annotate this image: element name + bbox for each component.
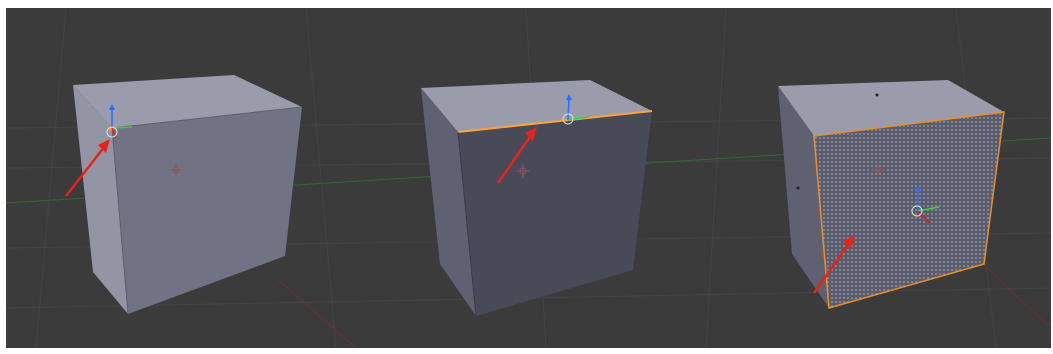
3d-viewport[interactable]: [6, 8, 1051, 348]
cube-edge-select[interactable]: [421, 80, 653, 317]
cube-front-face[interactable]: [458, 111, 652, 316]
cube-face-select[interactable]: [778, 80, 1005, 309]
scene-canvas[interactable]: [6, 8, 1051, 348]
cube-front-face[interactable]: [112, 107, 302, 314]
cube-vertex-select[interactable]: [73, 75, 303, 315]
selected-face[interactable]: [813, 111, 1005, 309]
